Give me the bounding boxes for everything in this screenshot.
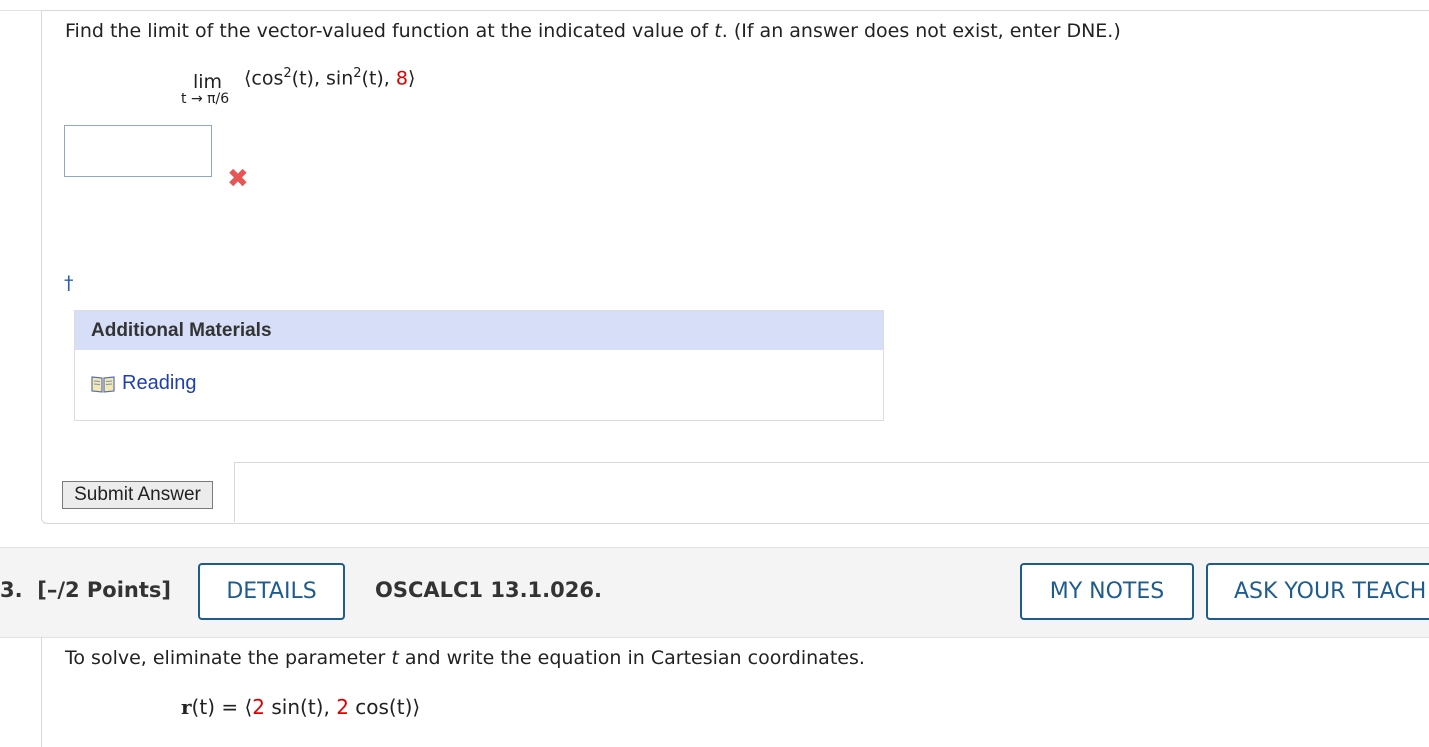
details-button[interactable]: DETAILS	[198, 563, 345, 620]
additional-materials-panel: Additional Materials Reading	[74, 310, 884, 421]
question-number: 3.	[0, 578, 23, 602]
submit-divider-vertical	[234, 462, 235, 522]
parametric-equation: r(t) = ⟨2 sin(t), 2 cos(t)⟩	[181, 695, 420, 719]
answer-input[interactable]	[64, 125, 212, 177]
eq-part: (t)	[191, 695, 215, 719]
vec-part: (t), sin	[291, 67, 354, 90]
eq-part: ⟩	[412, 695, 421, 719]
vec-part: (t),	[361, 67, 396, 90]
vec-constant: 8	[395, 67, 408, 90]
prompt-text: Find the limit of the vector-valued func…	[65, 20, 715, 42]
eq-coefficient: 2	[336, 695, 349, 719]
eq-part: sin(t),	[265, 695, 337, 719]
eq-function-name: r	[181, 695, 192, 719]
submit-answer-button[interactable]: Submit Answer	[62, 481, 213, 509]
eq-part: cos(t)	[348, 695, 413, 719]
question-3-prompt: To solve, eliminate the parameter t and …	[65, 647, 865, 669]
lim-subscript: t → π/6	[181, 91, 230, 107]
points-label: [–/2 Points]	[37, 578, 172, 602]
question-3-points: 3. [–/2 Points]	[0, 578, 171, 602]
question-2-prompt: Find the limit of the vector-valued func…	[65, 20, 1121, 42]
lim-word: lim	[193, 71, 223, 93]
vector-function: ⟨cos2(t), sin2(t), 8⟩	[244, 66, 415, 89]
dagger-marker: †	[64, 272, 74, 294]
reading-link[interactable]: Reading	[91, 372, 197, 395]
vec-exponent: 2	[353, 66, 362, 81]
vec-part: ⟩	[407, 67, 416, 90]
ask-teacher-button[interactable]: ASK YOUR TEACH	[1206, 563, 1429, 620]
vec-part: ⟨cos	[244, 67, 284, 90]
my-notes-button[interactable]: MY NOTES	[1020, 563, 1194, 620]
prompt-text-end: and write the equation in Cartesian coor…	[398, 647, 865, 669]
prompt-text: To solve, eliminate the parameter	[65, 647, 392, 669]
prompt-text-end: . (If an answer does not exist, enter DN…	[721, 20, 1121, 42]
vec-exponent: 2	[283, 66, 292, 81]
incorrect-icon: ✖	[227, 164, 249, 194]
eq-coefficient: 2	[252, 695, 266, 719]
additional-materials-title: Additional Materials	[75, 311, 883, 350]
prompt-variable: t	[391, 647, 399, 669]
eq-part: = ⟨	[215, 695, 253, 719]
question-code: OSCALC1 13.1.026.	[375, 578, 602, 602]
reading-label[interactable]: Reading	[122, 372, 197, 395]
submit-divider	[234, 462, 1429, 463]
book-icon	[91, 375, 115, 393]
prompt-variable: t	[714, 20, 722, 42]
